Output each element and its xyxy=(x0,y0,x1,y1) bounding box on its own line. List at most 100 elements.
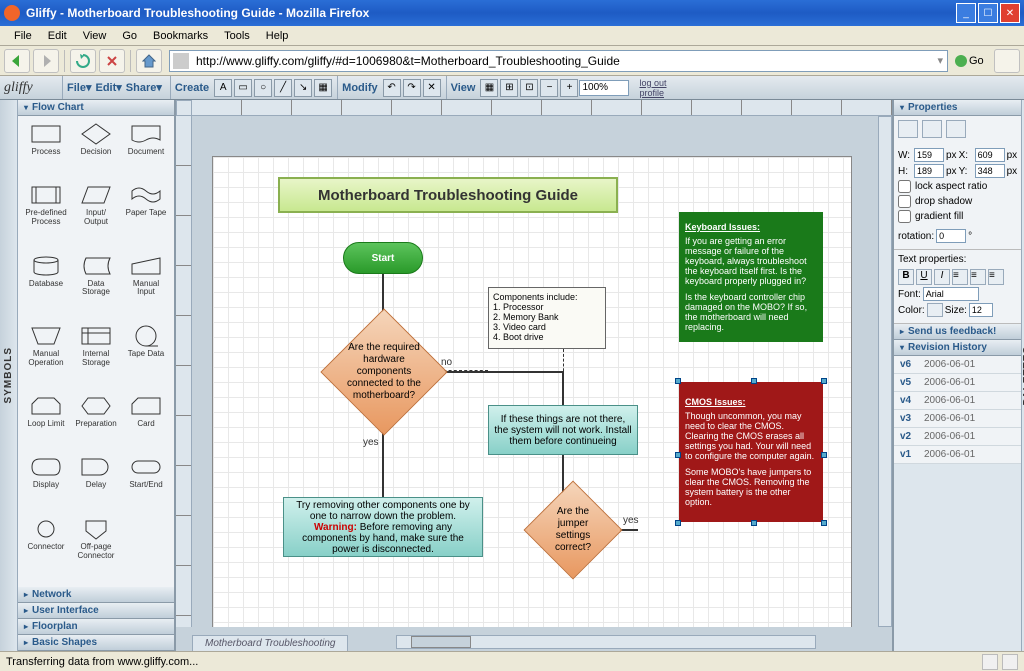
shape-connector[interactable]: Connector xyxy=(22,515,70,583)
line-tool-icon[interactable]: ╱ xyxy=(274,79,292,97)
text-tool-icon[interactable]: A xyxy=(214,79,232,97)
go-button[interactable]: Go xyxy=(955,51,985,71)
shape-startend[interactable]: Start/End xyxy=(122,453,170,512)
shape-internalstorage[interactable]: Internal Storage xyxy=(72,322,120,390)
revision-row[interactable]: v12006-06-01 xyxy=(894,446,1021,464)
line-tool2-icon[interactable] xyxy=(922,120,942,138)
home-button[interactable] xyxy=(136,49,162,73)
network-category[interactable]: Network xyxy=(18,587,174,603)
shape-delay[interactable]: Delay xyxy=(72,453,120,512)
shape-io[interactable]: Input/ Output xyxy=(72,181,120,249)
title-shape[interactable]: Motherboard Troubleshooting Guide xyxy=(278,177,618,213)
cmos-issues-note[interactable]: CMOS Issues: Though uncommon, you may ne… xyxy=(679,382,823,522)
rect-tool-icon[interactable]: ▭ xyxy=(234,79,252,97)
revision-row[interactable]: v22006-06-01 xyxy=(894,428,1021,446)
ruler-horizontal[interactable] xyxy=(192,100,892,116)
grid-icon[interactable]: ▦ xyxy=(480,79,498,97)
revision-row[interactable]: v52006-06-01 xyxy=(894,374,1021,392)
keyboard-issues-note[interactable]: Keyboard Issues: If you are getting an e… xyxy=(679,212,823,342)
align-left-icon[interactable]: ≡ xyxy=(952,269,968,285)
install-step[interactable]: If these things are not there, the syste… xyxy=(488,405,638,455)
profile-link[interactable]: profile xyxy=(639,88,666,98)
shape-card[interactable]: Card xyxy=(122,392,170,451)
snap-icon[interactable]: ⊞ xyxy=(500,79,518,97)
shape-preparation[interactable]: Preparation xyxy=(72,392,120,451)
zoom-input[interactable] xyxy=(579,80,629,96)
flowchart-category[interactable]: Flow Chart xyxy=(18,100,174,116)
menu-bookmarks[interactable]: Bookmarks xyxy=(145,28,216,44)
ruler-vertical[interactable] xyxy=(176,116,192,627)
align-center-icon[interactable]: ≡ xyxy=(970,269,986,285)
menu-help[interactable]: Help xyxy=(258,28,297,44)
scrollbar-horizontal[interactable] xyxy=(396,635,816,649)
redo-icon[interactable]: ↷ xyxy=(403,79,421,97)
decision-hardware[interactable]: Are the required hardware components con… xyxy=(320,308,447,435)
document-tab[interactable]: Motherboard Troubleshooting xyxy=(192,635,348,651)
lock-aspect-checkbox[interactable] xyxy=(898,180,911,193)
zoom-out-icon[interactable]: − xyxy=(540,79,558,97)
shape-tapedata[interactable]: Tape Data xyxy=(122,322,170,390)
gradient-checkbox[interactable] xyxy=(898,210,911,223)
underline-icon[interactable]: U xyxy=(916,269,932,285)
logout-link[interactable]: log out xyxy=(639,78,666,88)
shape-manualinput[interactable]: Manual Input xyxy=(122,252,170,320)
decision-jumpers[interactable]: Are the jumper settings correct? xyxy=(524,481,623,580)
fill-color-icon[interactable] xyxy=(898,120,918,138)
dropdown-icon[interactable]: ▾ xyxy=(933,54,947,67)
addon-icon[interactable] xyxy=(1002,654,1018,670)
x-input[interactable] xyxy=(975,148,1005,162)
rotation-input[interactable] xyxy=(936,229,966,243)
canvas[interactable]: Motherboard Troubleshooting Guide Start … xyxy=(212,156,852,627)
close-button[interactable]: ✕ xyxy=(1000,3,1020,23)
components-note[interactable]: Components include: 1. Processor 2. Memo… xyxy=(488,287,606,349)
search-icon[interactable] xyxy=(994,49,1020,73)
font-select[interactable] xyxy=(923,287,979,301)
forward-button[interactable] xyxy=(33,49,59,73)
shape-process[interactable]: Process xyxy=(22,120,70,179)
security-icon[interactable] xyxy=(982,654,998,670)
font-size-input[interactable] xyxy=(969,303,993,317)
feedback-header[interactable]: Send us feedback! xyxy=(894,324,1021,340)
reload-button[interactable] xyxy=(70,49,96,73)
menu-edit[interactable]: Edit xyxy=(40,28,75,44)
shape-looplimit[interactable]: Loop Limit xyxy=(22,392,70,451)
shape-decision[interactable]: Decision xyxy=(72,120,120,179)
start-shape[interactable]: Start xyxy=(343,242,423,274)
minimize-button[interactable]: _ xyxy=(956,3,976,23)
drop-shadow-checkbox[interactable] xyxy=(898,195,911,208)
revision-header[interactable]: Revision History xyxy=(894,340,1021,356)
italic-icon[interactable]: I xyxy=(934,269,950,285)
zoom-in-icon[interactable]: + xyxy=(560,79,578,97)
menu-file[interactable]: File xyxy=(6,28,40,44)
text-color-icon[interactable] xyxy=(927,303,943,317)
menu-view[interactable]: View xyxy=(75,28,115,44)
shape-manualop[interactable]: Manual Operation xyxy=(22,322,70,390)
maximize-button[interactable]: ☐ xyxy=(978,3,998,23)
revision-row[interactable]: v62006-06-01 xyxy=(894,356,1021,374)
bold-icon[interactable]: B xyxy=(898,269,914,285)
menu-tools[interactable]: Tools xyxy=(216,28,258,44)
remove-components-step[interactable]: Try removing other components one by one… xyxy=(283,497,483,557)
shape-display[interactable]: Display xyxy=(22,453,70,512)
url-input[interactable] xyxy=(192,54,933,68)
properties-header[interactable]: Properties xyxy=(894,100,1021,116)
stop-button[interactable] xyxy=(99,49,125,73)
undo-icon[interactable]: ↶ xyxy=(383,79,401,97)
revision-row[interactable]: v32006-06-01 xyxy=(894,410,1021,428)
zoom-fit-icon[interactable]: ⊡ xyxy=(520,79,538,97)
shape-database[interactable]: Database xyxy=(22,252,70,320)
file-menu[interactable]: File▾ xyxy=(67,81,91,94)
edit-menu[interactable]: Edit▾ xyxy=(95,81,121,94)
basicshapes-category[interactable]: Basic Shapes xyxy=(18,635,174,651)
delete-icon[interactable]: ✕ xyxy=(423,79,441,97)
ellipse-tool-icon[interactable]: ○ xyxy=(254,79,272,97)
back-button[interactable] xyxy=(4,49,30,73)
shape-offpage[interactable]: Off-page Connector xyxy=(72,515,120,583)
revision-row[interactable]: v42006-06-01 xyxy=(894,392,1021,410)
share-menu[interactable]: Share▾ xyxy=(126,81,162,94)
shape-papertape[interactable]: Paper Tape xyxy=(122,181,170,249)
height-input[interactable] xyxy=(914,164,944,178)
stroke-icon[interactable] xyxy=(946,120,966,138)
image-tool-icon[interactable]: ▦ xyxy=(314,79,332,97)
floorplan-category[interactable]: Floorplan xyxy=(18,619,174,635)
